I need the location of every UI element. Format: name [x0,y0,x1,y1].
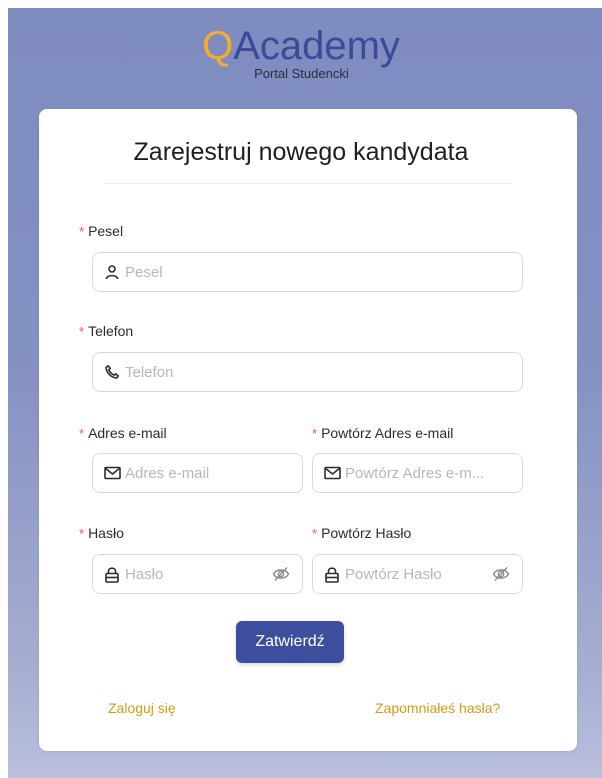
logo-wordmark: QAcademy Portal Studencki [202,24,400,81]
email-repeat-placeholder: Powtórz Adres e-m... [345,464,485,482]
form-title: Zarejestruj nowego kandydata [133,138,469,166]
email-placeholder: Adres e-mail [125,464,210,482]
logo-letter: Q [202,24,234,68]
email-input[interactable]: Adres e-mail [92,453,303,493]
password-repeat-label: * Powtórz Hasło [312,525,411,541]
required-mark: * [79,526,85,541]
logo: QAcademy Portal Studencki [0,24,602,81]
required-mark: * [79,224,85,239]
password-input[interactable]: Hasło [92,554,303,594]
email-label-text: Adres e-mail [88,425,167,441]
logo-name: Academy [233,24,400,68]
email-label: * Adres e-mail [79,425,167,441]
pesel-label-text: Pesel [88,223,124,239]
mail-icon [323,464,341,482]
email-repeat-label-text: Powtórz Adres e-mail [321,425,454,441]
email-repeat-label: * Powtórz Adres e-mail [312,425,453,441]
required-mark: * [79,426,85,441]
phone-icon [103,363,121,381]
required-mark: * [312,526,318,541]
pesel-label: * Pesel [79,223,123,239]
eye-slash-icon[interactable] [272,565,290,583]
mail-icon [103,464,121,482]
phone-placeholder: Telefon [125,363,174,381]
pesel-input[interactable]: Pesel [92,252,523,292]
required-mark: * [79,324,85,339]
phone-label-text: Telefon [88,323,134,339]
lock-icon [323,565,341,583]
password-repeat-placeholder: Powtórz Hasło [345,565,442,583]
phone-label: * Telefon [79,323,133,339]
password-label: * Hasło [79,525,124,541]
pesel-placeholder: Pesel [125,263,163,281]
password-placeholder: Hasło [125,565,164,583]
logo-subtitle: Portal Studencki [254,66,349,81]
password-repeat-input[interactable]: Powtórz Hasło [312,554,523,594]
password-label-text: Hasło [88,525,124,541]
phone-input[interactable]: Telefon [92,352,523,392]
eye-slash-icon[interactable] [492,565,510,583]
title-divider [104,183,512,184]
lock-icon [103,565,121,583]
password-repeat-label-text: Powtórz Hasło [321,525,412,541]
forgot-password-link[interactable]: Zapomniałeś hasła? [375,700,500,716]
user-icon [103,263,121,281]
required-mark: * [312,426,318,441]
submit-button[interactable]: Zatwierdź [236,621,344,663]
email-repeat-input[interactable]: Powtórz Adres e-m... [312,453,523,493]
login-link[interactable]: Zaloguj się [108,700,176,716]
